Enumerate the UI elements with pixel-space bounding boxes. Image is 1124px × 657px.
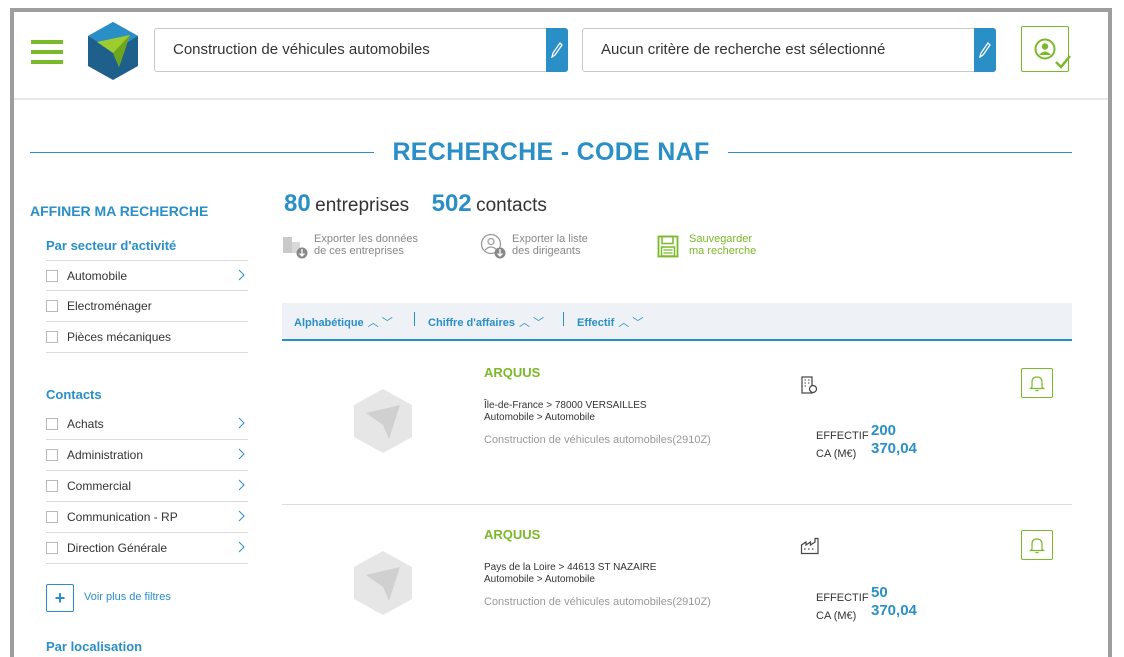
filter-label: Communication - RP [67,510,178,524]
company-name[interactable]: ARQUUS [484,527,540,542]
checkbox[interactable] [46,480,58,492]
chevron-right-icon[interactable] [238,269,246,281]
edit-activity-button[interactable] [546,28,568,72]
export-buildings-icon [283,237,308,259]
office-building-icon [801,376,818,394]
filter-item-achats[interactable]: Achats [46,409,248,440]
location-heading: Par localisation [46,639,143,654]
company-name[interactable]: ARQUUS [484,365,540,380]
filter-label: Achats [67,417,104,431]
contacts-heading: Contacts [46,387,102,402]
chevron-right-icon[interactable] [238,541,246,553]
filter-label: Commercial [67,479,132,493]
export-users-icon [480,233,506,259]
ca-value: 370,04 [871,602,917,619]
sort-arrows-icon[interactable]: ︿ ﹀ [368,317,393,329]
criteria-search-value: Aucun critère de recherche est sélection… [601,41,886,58]
page-title-area: RECHERCHE - CODE NAF [30,138,1072,168]
activity-search-value: Construction de véhicules automobiles [173,41,430,58]
filter-item-commercial[interactable]: Commercial [46,471,248,502]
company-address: Île-de-France > 78000 VERSAILLES [484,400,647,411]
company-card: ARQUUS Île-de-France > 78000 VERSAILLES … [282,343,1072,505]
bell-icon [1029,376,1045,392]
alert-button[interactable] [1021,368,1053,398]
check-icon [1055,55,1071,69]
activity-search-field[interactable]: Construction de véhicules automobiles [154,28,568,72]
logo [88,22,138,80]
filter-item-communication-rp[interactable]: Communication - RP [46,502,248,533]
effectif-value: 200 [871,422,897,439]
filter-label: Automobile [67,269,128,283]
company-card: ARQUUS Pays de la Loire > 44613 ST NAZAI… [282,505,1072,657]
contacts-label: contacts [476,195,547,216]
chevron-right-icon[interactable] [238,510,246,522]
pencil-icon [979,42,991,58]
filter-label: Administration [67,448,144,462]
filter-item-direction-generale[interactable]: Direction Générale [46,533,248,564]
filter-label: Electroménager [67,299,152,313]
ca-label: CA (M€) [816,610,857,622]
save-search-label: Sauvegarder ma recherche [689,233,757,257]
export-leaders-label: Exporter la liste des dirigeants [512,233,588,257]
checkbox[interactable] [46,300,58,312]
criteria-search-field[interactable]: Aucun critère de recherche est sélection… [582,28,996,72]
sidebar-title: AFFINER MA RECHERCHE [30,203,209,219]
filter-item-administration[interactable]: Administration [46,440,248,471]
company-logo-placeholder [354,389,412,453]
sector-heading: Par secteur d'activité [46,238,177,253]
edit-criteria-button[interactable] [974,28,996,72]
companies-count: 80 [284,190,311,217]
checkbox[interactable] [46,270,58,282]
filter-item-electromenager[interactable]: Electroménager [46,291,248,322]
sort-alphabetical[interactable]: Alphabétique ︿ ﹀ [294,314,393,330]
more-filters-label: Voir plus de filtres [84,591,171,603]
company-sector: Automobile > Automobile [484,574,595,585]
effectif-label: EFFECTIF [816,592,869,604]
top-bar: Construction de véhicules automobiles Au… [14,12,1108,100]
page-title: RECHERCHE - CODE NAF [30,138,1072,167]
sort-arrows-icon[interactable]: ︿ ﹀ [519,317,544,329]
filter-label: Direction Générale [67,541,168,555]
divider [563,312,564,326]
company-sector: Automobile > Automobile [484,412,595,423]
filter-item-pieces-mecaniques[interactable]: Pièces mécaniques [46,322,248,353]
sort-bar: Alphabétique ︿ ﹀ Chiffre d'affaires ︿ ﹀ Ef… [282,303,1072,341]
results-count: 80 entreprises 502 contacts [284,190,565,218]
sort-staff[interactable]: Effectif ︿ ﹀ [577,314,643,330]
sort-revenue[interactable]: Chiffre d'affaires ︿ ﹀ [428,314,544,330]
app-frame: Construction de véhicules automobiles Au… [10,8,1112,657]
company-naf: Construction de véhicules automobiles(29… [484,434,711,446]
company-address: Pays de la Loire > 44613 ST NAZAIRE [484,562,657,573]
checkbox[interactable] [46,449,58,461]
chevron-right-icon[interactable] [238,479,246,491]
plus-icon: + [46,584,74,612]
checkbox[interactable] [46,542,58,554]
chevron-right-icon[interactable] [238,417,246,429]
ca-label: CA (M€) [816,448,857,460]
sort-arrows-icon[interactable]: ︿ ﹀ [618,317,643,329]
effectif-label: EFFECTIF [816,430,869,442]
factory-icon [800,537,819,555]
company-logo-placeholder [354,551,412,615]
bell-icon [1029,538,1045,554]
checkbox[interactable] [46,511,58,523]
company-naf: Construction de véhicules automobiles(29… [484,596,711,608]
ca-value: 370,04 [871,440,917,457]
user-icon [1034,38,1056,60]
menu-icon[interactable] [31,40,63,64]
filter-item-automobile[interactable]: Automobile [46,260,248,291]
checkbox[interactable] [46,331,58,343]
pencil-icon [551,42,563,58]
effectif-value: 50 [871,584,888,601]
save-icon [657,235,679,258]
contacts-count: 502 [431,190,472,217]
filter-label: Pièces mécaniques [67,330,172,344]
companies-label: entreprises [315,195,410,216]
alert-button[interactable] [1021,530,1053,560]
chevron-right-icon[interactable] [238,448,246,460]
checkbox[interactable] [46,418,58,430]
divider [414,312,415,326]
export-companies-label: Exporter les données de ces entreprises [314,233,418,257]
